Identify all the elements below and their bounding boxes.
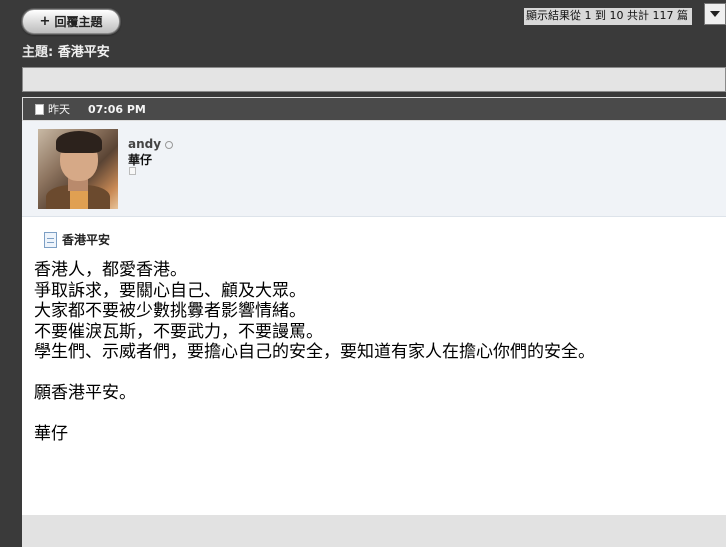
plus-icon: +: [39, 14, 51, 29]
post-footer: [22, 515, 726, 547]
post-signature: 華仔: [34, 424, 68, 444]
reply-thread-button[interactable]: + 回覆主題: [22, 9, 120, 34]
pagination-dropdown[interactable]: [704, 3, 726, 25]
rank-icon: [129, 167, 136, 175]
post-body-line: 大家都不要被少數挑釁者影響情緒。: [34, 301, 306, 321]
post-body-spacer: [34, 363, 714, 384]
pagination-info: 顯示結果從 1 到 10 共計 117 篇: [524, 8, 692, 25]
post-body-spacer: [34, 404, 714, 425]
post-date: 昨天: [48, 103, 70, 116]
user-title: 華仔: [128, 153, 153, 167]
thread-title-value: 香港平安: [57, 45, 110, 60]
post-body: 香港人，都愛香港。 爭取訴求，要關心自己、顧及大眾。 大家都不要被少數挑釁者影響…: [34, 260, 714, 445]
thread-toolbar-bar: [22, 67, 726, 92]
user-info-panel: andy 華仔: [22, 121, 726, 217]
post-time: 07:06 PM: [88, 102, 146, 116]
thread-title-prefix: 主題:: [22, 45, 54, 60]
post-body-line: 不要催淚瓦斯，不要武力，不要謾罵。: [34, 321, 323, 342]
post-body-line: 學生們、示威者們，要擔心自己的安全，要知道有家人在擔心你們的安全。: [34, 342, 595, 362]
offline-status-icon: [165, 140, 174, 149]
post-body-line: 願香港平安。: [34, 383, 136, 403]
avatar[interactable]: [38, 129, 118, 209]
post-body-line: 爭取訴求，要關心自己、顧及大眾。: [34, 280, 306, 301]
username[interactable]: andy: [128, 137, 161, 151]
post: 昨天 07:06 PM andy 華仔 香港平安 香港人，都愛香港。 爭取訴求，…: [22, 97, 726, 547]
post-header: 昨天 07:06 PM: [22, 97, 726, 121]
post-icon: [35, 103, 44, 115]
document-icon: [44, 231, 57, 248]
username-link[interactable]: andy: [128, 137, 174, 151]
thread-title: 主題: 香港平安: [22, 41, 110, 60]
reply-thread-label: 回覆主題: [54, 15, 103, 29]
post-title-text: 香港平安: [62, 233, 111, 247]
post-title: 香港平安: [44, 231, 110, 248]
post-body-line: 香港人，都愛香港。: [34, 260, 187, 280]
chevron-down-icon: [710, 11, 720, 17]
